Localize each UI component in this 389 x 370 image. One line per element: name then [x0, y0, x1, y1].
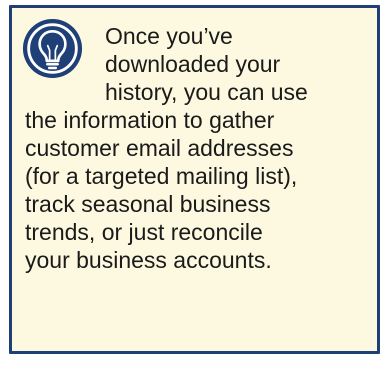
- tip-text: Once you’ve downloaded your history, you…: [25, 22, 365, 274]
- tip-line-9: your business accounts.: [25, 247, 272, 273]
- tip-callout-box: Once you’ve downloaded your history, you…: [9, 5, 380, 354]
- tip-line-5: customer email addresses: [25, 135, 294, 161]
- tip-line-6: (for a targeted mailing list),: [25, 163, 298, 189]
- tip-line-7: track seasonal business: [25, 191, 271, 217]
- tip-line-4: the information to gather: [25, 107, 275, 133]
- tip-line-8: trends, or just reconcile: [25, 219, 263, 245]
